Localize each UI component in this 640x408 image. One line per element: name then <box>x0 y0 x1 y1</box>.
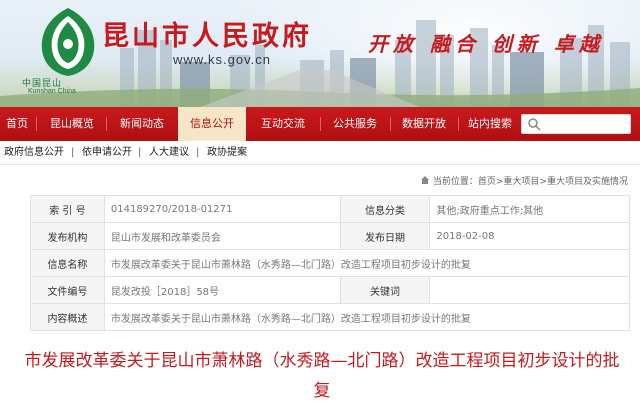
publish-date-value: 2018-02-08 <box>429 222 630 250</box>
nav-item-info-disclosure[interactable]: 信息公开 <box>178 107 246 141</box>
subnav-separator: | <box>138 147 142 158</box>
index-number-label: 索 引 号 <box>30 195 105 223</box>
breadcrumb-prefix: 当前位置： <box>432 177 478 187</box>
nav-item-public-service[interactable]: 公共服务 <box>322 107 388 141</box>
nav-separator <box>36 117 37 131</box>
site-url: www.ks.gov.cn <box>173 52 272 67</box>
table-row: 文件编号 昆发改投［2018］58号 关键词 <box>30 276 630 304</box>
subnav-item-cppcc-proposals[interactable]: 政协提案 <box>207 141 247 165</box>
info-category-label: 信息分类 <box>339 195 431 223</box>
table-row: 信息名称 市发展改革委关于昆山市萧林路（水秀路—北门路）改造工程项目初步设计的批… <box>30 249 631 277</box>
nav-separator <box>106 117 107 131</box>
index-number-value: 014189270/2018-01271 <box>103 195 341 223</box>
table-row: 内容概述 市发展改革委关于昆山市萧林路（水秀路—北门路）改造工程项目初步设计的批… <box>30 303 631 331</box>
kunshan-logo-icon <box>41 8 95 76</box>
document-number-label: 文件编号 <box>30 276 105 304</box>
publisher-label: 发布机构 <box>30 222 105 250</box>
breadcrumb-separator: > <box>539 177 547 187</box>
nav-item-interaction[interactable]: 互动交流 <box>248 107 318 141</box>
article-title: 市发展改革委关于昆山市萧林路（水秀路—北门路）改造工程项目初步设计的批复 <box>24 351 620 401</box>
nav-separator <box>320 117 321 131</box>
info-name-value: 市发展改革委关于昆山市萧林路（水秀路—北门路）改造工程项目初步设计的批复 <box>103 249 631 277</box>
breadcrumb-item-current[interactable]: 重大项目及实施情况 <box>547 177 628 187</box>
nav-separator <box>390 117 391 131</box>
document-info-table: 索 引 号 014189270/2018-01271 信息分类 其他;政府重点工… <box>30 195 631 331</box>
subnav-item-npc-suggestions[interactable]: 人大建议 <box>149 141 189 165</box>
nav-item-news[interactable]: 新闻动态 <box>108 107 176 141</box>
subnav-item-gov-info[interactable]: 政府信息公开 <box>4 141 64 165</box>
nav-item-overview[interactable]: 昆山概览 <box>40 107 104 141</box>
document-number-value: 昆发改投［2018］58号 <box>103 276 341 304</box>
search-icon[interactable] <box>527 117 541 131</box>
nav-item-home[interactable]: 首页 <box>0 107 34 141</box>
breadcrumb-item-home[interactable]: 首页 <box>478 177 496 187</box>
nav-item-open-data[interactable]: 数据开放 <box>392 107 456 141</box>
subnav-item-on-request[interactable]: 依申请公开 <box>82 141 132 165</box>
table-row: 索 引 号 014189270/2018-01271 信息分类 其他;政府重点工… <box>30 195 630 223</box>
subnav-separator: | <box>196 147 200 158</box>
home-icon <box>420 176 429 184</box>
kunshan-logo[interactable] <box>36 6 100 78</box>
logo-text-en: Kunshan China <box>28 88 76 95</box>
site-search-label: 站内搜索 <box>468 117 512 130</box>
summary-value: 市发展改革委关于昆山市萧林路（水秀路—北门路）改造工程项目初步设计的批复 <box>103 303 631 331</box>
nav-separator <box>458 117 459 131</box>
publisher-value: 昆山市发展和改革委员会 <box>103 222 341 250</box>
info-name-label: 信息名称 <box>30 249 105 277</box>
sub-nav: 政府信息公开 | 依申请公开 | 人大建议 | 政协提案 <box>0 141 640 165</box>
site-title[interactable]: 昆山市人民政府 <box>102 14 312 53</box>
info-category-value: 其他;政府重点工作;其他 <box>429 195 630 223</box>
summary-label: 内容概述 <box>30 303 105 331</box>
subnav-separator: | <box>71 147 75 158</box>
table-row: 发布机构 昆山市发展和改革委员会 发布日期 2018-02-08 <box>30 222 630 250</box>
publish-date-label: 发布日期 <box>339 222 431 250</box>
keywords-value <box>429 276 630 304</box>
breadcrumb: 当前位置：首页>重大项目>重大项目及实施情况 <box>420 174 628 190</box>
keywords-label: 关键词 <box>339 276 431 304</box>
breadcrumb-item-major-projects[interactable]: 重大项目 <box>503 177 539 187</box>
site-banner: 中国昆山 Kunshan China 昆山市人民政府 www.ks.gov.cn… <box>0 0 640 107</box>
site-slogan: 开放 融合 创新 卓越 <box>368 32 604 56</box>
